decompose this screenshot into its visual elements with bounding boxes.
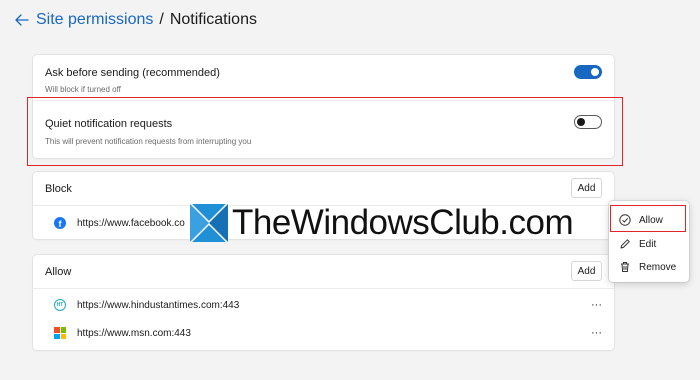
setting-title: Quiet notification requests [45, 118, 173, 130]
notification-settings-card: Ask before sending (recommended) Will bl… [33, 55, 614, 158]
back-button[interactable] [12, 10, 32, 30]
more-options-button[interactable]: ··· [591, 327, 602, 339]
menu-item-label: Edit [639, 238, 657, 250]
menu-item-label: Allow [639, 214, 663, 226]
menu-item-allow[interactable]: Allow [609, 209, 689, 231]
quiet-notifications-toggle[interactable] [574, 115, 602, 129]
allow-site-row: HT https://www.hindustantimes.com:443 ··… [33, 293, 614, 317]
setting-ask-before-sending: Ask before sending (recommended) Will bl… [33, 55, 614, 100]
setting-quiet-notifications: Quiet notification requests This will pr… [33, 101, 614, 158]
page-title: Notifications [169, 11, 257, 28]
breadcrumb-separator: / [159, 11, 164, 28]
divider [33, 288, 614, 289]
menu-item-edit[interactable]: Edit [609, 233, 689, 255]
setting-subtitle: Will block if turned off [45, 85, 121, 94]
menu-item-remove[interactable]: Remove [609, 256, 689, 278]
ask-before-sending-toggle[interactable] [574, 65, 602, 79]
allow-site-row: https://www.msn.com:443 ··· [33, 321, 614, 345]
block-site-row: f https://www.facebook.co [33, 211, 614, 235]
site-url: https://www.msn.com:443 [77, 327, 191, 339]
breadcrumb-site-permissions[interactable]: Site permissions [36, 11, 153, 29]
site-url: https://www.hindustantimes.com:443 [77, 299, 240, 311]
toggle-knob [577, 118, 585, 126]
divider [33, 205, 614, 206]
allow-section-title: Allow [45, 266, 72, 278]
allow-section-card: Allow Add HT https://www.hindustantimes.… [33, 255, 614, 350]
block-section-title: Block [45, 183, 72, 195]
block-add-button[interactable]: Add [571, 178, 602, 198]
menu-item-label: Remove [639, 261, 677, 273]
more-options-button[interactable]: ··· [591, 299, 602, 311]
site-context-menu: Allow Edit Remove [609, 201, 689, 282]
block-section-card: Block Add f https://www.facebook.co [33, 172, 614, 239]
facebook-icon: f [54, 217, 66, 229]
trash-icon [621, 262, 629, 272]
toggle-knob [591, 68, 599, 76]
site-url: https://www.facebook.co [77, 217, 185, 229]
checkmark-circle-icon [619, 214, 631, 226]
arrow-left-icon [15, 14, 29, 26]
microsoft-icon [54, 327, 66, 339]
setting-subtitle: This will prevent notification requests … [45, 137, 252, 146]
allow-add-button[interactable]: Add [571, 261, 602, 281]
hindustantimes-icon: HT [54, 299, 66, 311]
setting-title: Ask before sending (recommended) [45, 67, 220, 79]
pencil-icon [620, 239, 630, 249]
page-header: Site permissions / Notifications [12, 9, 257, 31]
